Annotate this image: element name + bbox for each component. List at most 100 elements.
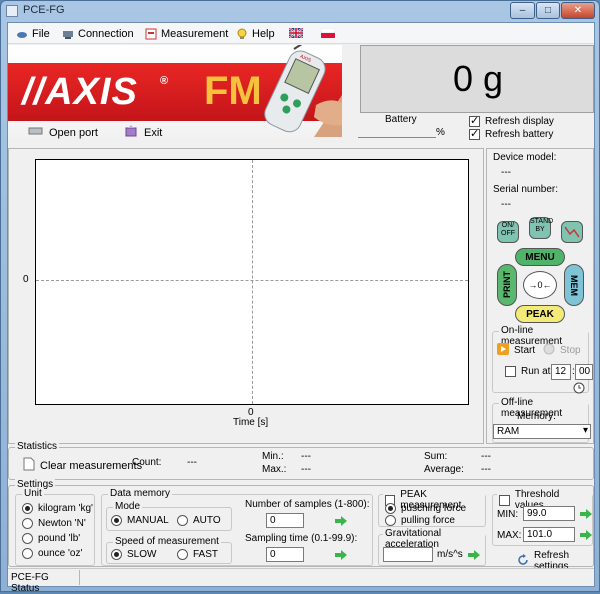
clock-icon[interactable] (573, 382, 585, 397)
min-label: Min.: (262, 451, 284, 462)
unit-option-kg[interactable]: kilogram 'kg' (22, 503, 93, 514)
speed-fast-option[interactable]: FAST (177, 549, 218, 560)
app-icon (6, 5, 18, 17)
threshold-min-input[interactable]: 99.0 (523, 506, 575, 521)
unit-option-lb[interactable]: pound 'lb' (22, 533, 80, 544)
run-at-check[interactable] (505, 366, 516, 377)
open-port-button[interactable]: Open port (28, 126, 98, 139)
window-title: PCE-FG (23, 4, 65, 16)
unit-option-n[interactable]: Newton 'N' (22, 518, 86, 529)
threshold-max-apply-arrow-icon[interactable] (579, 529, 593, 541)
minimize-button[interactable]: – (510, 2, 535, 19)
clear-measurements-button[interactable]: Clear measurements (23, 457, 142, 474)
exit-button[interactable]: Exit (125, 125, 162, 140)
stand-by-key[interactable]: STAND BY (529, 217, 553, 239)
stop-button[interactable]: Stop (543, 343, 581, 358)
peak-group: PEAK measurement pusching force pulling … (378, 489, 486, 527)
sum-label: Sum: (424, 451, 448, 462)
speed-slow-option[interactable]: SLOW (111, 549, 156, 560)
count-label: Count: (132, 457, 162, 468)
menu-measurement[interactable]: Measurement (145, 26, 228, 41)
mode-auto-radio[interactable] (177, 515, 188, 526)
port-icon (28, 126, 44, 139)
data-memory-group: Data memory Mode MANUAL AUTO Speed of me… (101, 488, 373, 566)
measurement-value: 0 g (452, 58, 504, 99)
pulling-force-option[interactable]: pulling force (385, 515, 455, 526)
threshold-min-apply-arrow-icon[interactable] (579, 508, 593, 520)
battery-value (358, 125, 436, 138)
unit-group: Unit kilogram 'kg' Newton 'N' pound 'lb'… (15, 488, 95, 566)
refresh-battery-checkbox[interactable]: Refresh battery (469, 127, 553, 140)
average-label: Average: (424, 464, 464, 475)
sampling-time-input[interactable]: 0 (266, 547, 304, 562)
unit-radio-oz[interactable] (22, 548, 33, 559)
run-at-checkbox[interactable]: Run at (505, 366, 550, 377)
max-label: Max.: (262, 464, 287, 475)
pushing-force-radio[interactable] (385, 503, 396, 514)
average-value: --- (481, 464, 491, 475)
graph-key[interactable] (561, 221, 583, 243)
samples-label: Number of samples (1-800): (245, 499, 370, 510)
measurement-display: 0 g (360, 45, 594, 113)
gravity-apply-arrow-icon[interactable] (467, 549, 481, 561)
print-key[interactable]: PRINT (497, 264, 517, 306)
serial-number-value: --- (501, 199, 511, 210)
threshold-group: Threshold values MIN: 99.0 MAX: 101.0 (492, 489, 593, 546)
sampling-apply-arrow-icon[interactable] (334, 549, 348, 561)
run-at-minute-input[interactable]: 00 (575, 364, 593, 380)
pushing-force-option[interactable]: pusching force (385, 503, 466, 514)
maximize-button[interactable]: □ (536, 2, 560, 19)
max-value: --- (301, 464, 311, 475)
status-text: PCE-FG Status (8, 570, 80, 594)
title-bar[interactable]: PCE-FG – □ ✕ (1, 1, 600, 21)
play-icon (497, 343, 509, 358)
unit-radio-n[interactable] (22, 518, 33, 529)
english-flag-icon[interactable] (288, 27, 304, 39)
speed-title: Speed of measurement (113, 536, 221, 547)
unit-title: Unit (22, 488, 44, 499)
threshold-max-input[interactable]: 101.0 (523, 527, 575, 542)
menu-connection[interactable]: Connection (62, 26, 134, 41)
mode-manual-radio[interactable] (111, 515, 122, 526)
plot-panel: 0 0 Time [s] (8, 148, 484, 444)
zero-key[interactable]: →0← (523, 271, 557, 299)
memory-select[interactable]: RAM ▾ (493, 424, 591, 439)
speed-fast-radio[interactable] (177, 549, 188, 560)
plot-horizontal-gridline (36, 280, 468, 281)
mode-manual-option[interactable]: MANUAL (111, 515, 169, 526)
unit-option-oz[interactable]: ounce 'oz' (22, 548, 82, 559)
logo-registered-mark: ® (160, 75, 169, 87)
device-panel: Device model: --- Serial number: --- ON/… (486, 148, 594, 444)
force-gauge-device-image: AXIS (264, 45, 342, 137)
battery-unit: % (436, 127, 445, 138)
on-off-key[interactable]: ON/ OFF (497, 221, 519, 243)
refresh-display-check[interactable] (469, 114, 480, 127)
memory-label: Memory: (517, 411, 556, 422)
refresh-display-checkbox[interactable]: Refresh display (469, 114, 554, 127)
threshold-min-label: MIN: (497, 509, 519, 520)
data-memory-title: Data memory (108, 488, 173, 499)
peak-key[interactable]: PEAK (515, 305, 565, 323)
plot-area[interactable] (35, 159, 469, 405)
pulling-force-radio[interactable] (385, 515, 396, 526)
start-button[interactable]: Start (497, 343, 535, 358)
menu-file[interactable]: File (16, 26, 50, 41)
speed-slow-radio[interactable] (111, 549, 122, 560)
samples-apply-arrow-icon[interactable] (334, 515, 348, 527)
menu-key[interactable]: MENU (515, 248, 565, 266)
mem-key[interactable]: MEM (564, 264, 584, 306)
samples-input[interactable]: 0 (266, 513, 304, 528)
unit-radio-kg[interactable] (22, 503, 33, 514)
run-at-hour-input[interactable]: 12 (551, 364, 571, 380)
close-button[interactable]: ✕ (561, 2, 595, 19)
mode-auto-option[interactable]: AUTO (177, 515, 221, 526)
menu-help[interactable]: Help (236, 26, 275, 41)
mode-title: Mode (113, 501, 143, 512)
polish-flag-icon[interactable] (320, 27, 336, 38)
unit-radio-lb[interactable] (22, 533, 33, 544)
stop-icon (543, 343, 555, 358)
refresh-battery-check[interactable] (469, 127, 480, 140)
threshold-check[interactable] (499, 494, 510, 506)
gravity-input[interactable] (383, 547, 433, 562)
document-icon (23, 457, 35, 474)
